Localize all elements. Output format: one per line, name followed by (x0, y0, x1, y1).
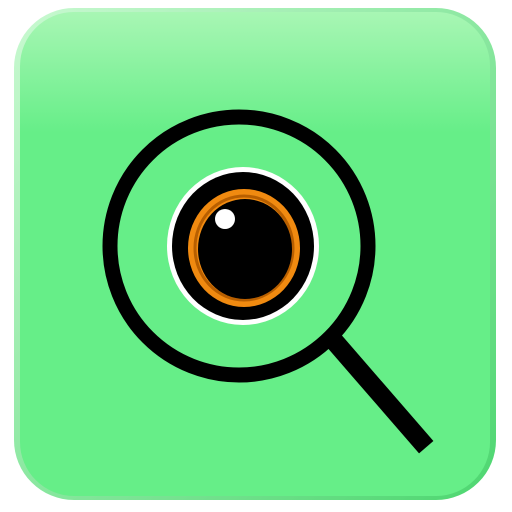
eye-icon (167, 167, 319, 325)
eye-catchlight (215, 209, 235, 229)
eye-pupil (198, 199, 292, 299)
app-icon-canvas (0, 0, 512, 512)
magnifier-eye-app-icon[interactable] (0, 0, 512, 512)
